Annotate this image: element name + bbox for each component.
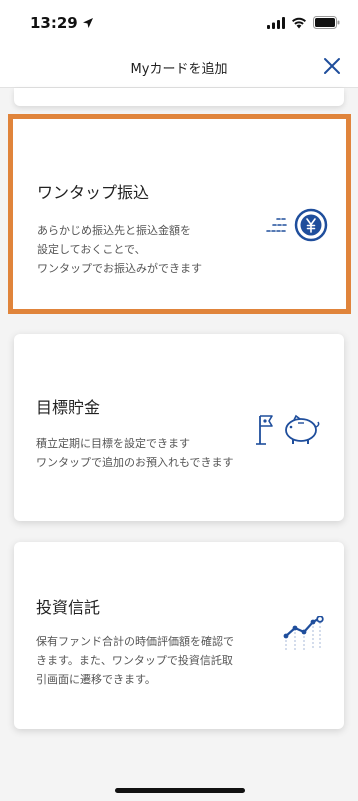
card-one-tap-transfer[interactable]: ワンタップ振込 あらかじめ振込先と振込金額を 設定しておくことで、 ワンタップで…	[8, 114, 351, 314]
close-icon	[324, 58, 340, 74]
location-arrow-icon	[82, 18, 93, 28]
status-icons	[267, 16, 340, 29]
page-title: Myカードを追加	[130, 62, 228, 77]
home-indicator[interactable]	[115, 788, 245, 793]
card-description: 積立定期に目標を設定できます ワンタップで追加のお預入れもできます	[36, 434, 234, 472]
battery-icon	[313, 16, 340, 29]
wifi-icon	[292, 17, 306, 28]
previous-card-stub[interactable]	[14, 88, 344, 106]
card-desc-line: ワンタップでお振込みができます	[37, 262, 202, 275]
close-button[interactable]	[320, 54, 344, 78]
card-desc-line: 引画面に遷移できます。	[36, 673, 156, 686]
card-desc-line: きます。また、ワンタップで投資信託取	[36, 654, 233, 667]
status-time: 13:29	[30, 14, 94, 32]
card-title: 投資信託	[36, 598, 101, 617]
status-time-text: 13:29	[30, 14, 78, 32]
card-description: あらかじめ振込先と振込金額を 設定しておくことで、 ワンタップでお振込みができま…	[37, 221, 202, 278]
card-description: 保有ファンド合計の時価評価額を確認で きます。また、ワンタップで投資信託取 引画…	[36, 632, 234, 689]
card-title: 目標貯金	[36, 398, 101, 417]
piggy-bank-icon	[256, 414, 320, 445]
card-desc-line: 設定しておくことで、	[37, 243, 146, 256]
card-investment-trust[interactable]: 投資信託 保有ファンド合計の時価評価額を確認で きます。また、ワンタップで投資信…	[14, 542, 344, 729]
card-desc-line: 保有ファンド合計の時価評価額を確認で	[36, 635, 234, 648]
yen-coin-icon	[266, 208, 328, 242]
card-title: ワンタップ振込	[37, 183, 150, 202]
card-desc-line: あらかじめ振込先と振込金額を	[37, 224, 191, 237]
cellular-signal-icon	[267, 16, 285, 29]
card-desc-line: 積立定期に目標を設定できます	[36, 437, 190, 450]
status-bar: 13:29	[0, 0, 358, 46]
line-chart-icon	[283, 616, 324, 650]
nav-bar: Myカードを追加	[0, 46, 358, 88]
card-goal-savings[interactable]: 目標貯金 積立定期に目標を設定できます ワンタップで追加のお預入れもできます	[14, 334, 344, 521]
card-desc-line: ワンタップで追加のお預入れもできます	[36, 456, 234, 469]
